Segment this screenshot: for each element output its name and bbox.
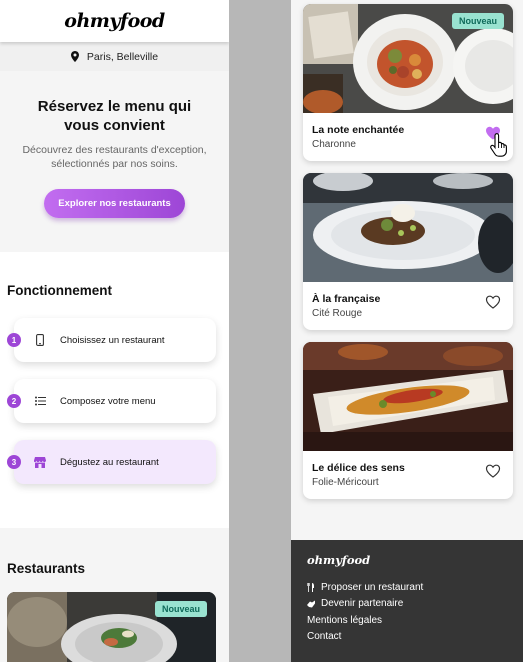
restaurants-title: Restaurants: [7, 561, 86, 576]
logo[interactable]: ohmyfood: [64, 10, 165, 32]
header: ohmyfood: [0, 0, 229, 42]
step-label: Choisissez un restaurant: [60, 334, 165, 346]
footer-link-become-partner[interactable]: Devenir partenaire: [307, 596, 523, 613]
footer-link-label: Proposer un restaurant: [321, 581, 424, 593]
step-enjoy-restaurant: 3 Dégustez au restaurant: [7, 440, 216, 484]
restaurant-name: Le délice des sens: [312, 462, 405, 474]
heart-outline-icon[interactable]: [485, 463, 501, 479]
footer-link-propose-restaurant[interactable]: Proposer un restaurant: [307, 579, 523, 596]
new-badge: Nouveau: [451, 13, 504, 29]
location-text: Paris, Belleville: [86, 50, 159, 63]
explore-restaurants-button[interactable]: Explorer nos restaurants: [44, 189, 185, 218]
location-bar: Paris, Belleville: [0, 42, 229, 71]
step-compose-menu: 2 Composez votre menu: [7, 379, 216, 423]
mobile-page-right: Nouveau La note enchantée Charonne À la …: [291, 0, 523, 662]
how-it-works-section: Fonctionnement 1 Choisissez un restauran…: [0, 252, 229, 528]
handshake-icon: [307, 600, 315, 608]
hand-cursor-icon: [490, 133, 507, 157]
list-icon: [34, 395, 46, 407]
step-number: 3: [7, 455, 21, 469]
step-choose-restaurant: 1 Choisissez un restaurant: [7, 318, 216, 362]
mobile-page-left: ohmyfood Paris, Belleville Réservez le m…: [0, 0, 229, 662]
footer-logo[interactable]: ohmyfood: [307, 553, 523, 567]
location-pin-icon: [70, 51, 79, 62]
heart-outline-icon[interactable]: [485, 294, 501, 310]
step-number: 1: [7, 333, 21, 347]
restaurant-card[interactable]: Nouveau La note enchantée Charonne: [303, 4, 513, 161]
footer-link-contact[interactable]: Contact: [307, 629, 523, 646]
restaurant-area: Charonne: [312, 139, 356, 150]
restaurant-name: À la française: [312, 293, 381, 305]
restaurant-area: Cité Rouge: [312, 308, 363, 319]
new-badge: Nouveau: [154, 601, 207, 617]
restaurant-card[interactable]: Le délice des sens Folie-Méricourt: [303, 342, 513, 499]
step-label: Dégustez au restaurant: [60, 456, 159, 468]
mobile-phone-icon: [34, 334, 46, 346]
restaurant-photo: [303, 342, 513, 451]
footer-link-label: Mentions légales: [307, 614, 383, 626]
restaurant-photo: [303, 173, 513, 282]
restaurant-card[interactable]: À la française Cité Rouge: [303, 173, 513, 330]
hero-section: Réservez le menu qui vous convient Décou…: [0, 71, 229, 252]
step-number: 2: [7, 394, 21, 408]
restaurant-area: Folie-Méricourt: [312, 477, 379, 488]
restaurant-name: La note enchantée: [312, 124, 405, 136]
footer: ohmyfood Proposer un restaurant Devenir …: [291, 540, 523, 662]
footer-link-label: Contact: [307, 631, 342, 643]
hero-subtitle: Découvrez des restaurants d'exception, s…: [22, 144, 207, 170]
footer-link-legal[interactable]: Mentions légales: [307, 612, 523, 629]
restaurant-card-preview[interactable]: Nouveau: [7, 592, 216, 662]
utensils-icon: [307, 582, 315, 592]
store-icon: [34, 456, 46, 468]
hero-title: Réservez le menu qui vous convient: [37, 98, 192, 134]
step-label: Composez votre menu: [60, 395, 156, 407]
how-it-works-title: Fonctionnement: [7, 283, 112, 298]
footer-link-label: Devenir partenaire: [321, 598, 404, 610]
